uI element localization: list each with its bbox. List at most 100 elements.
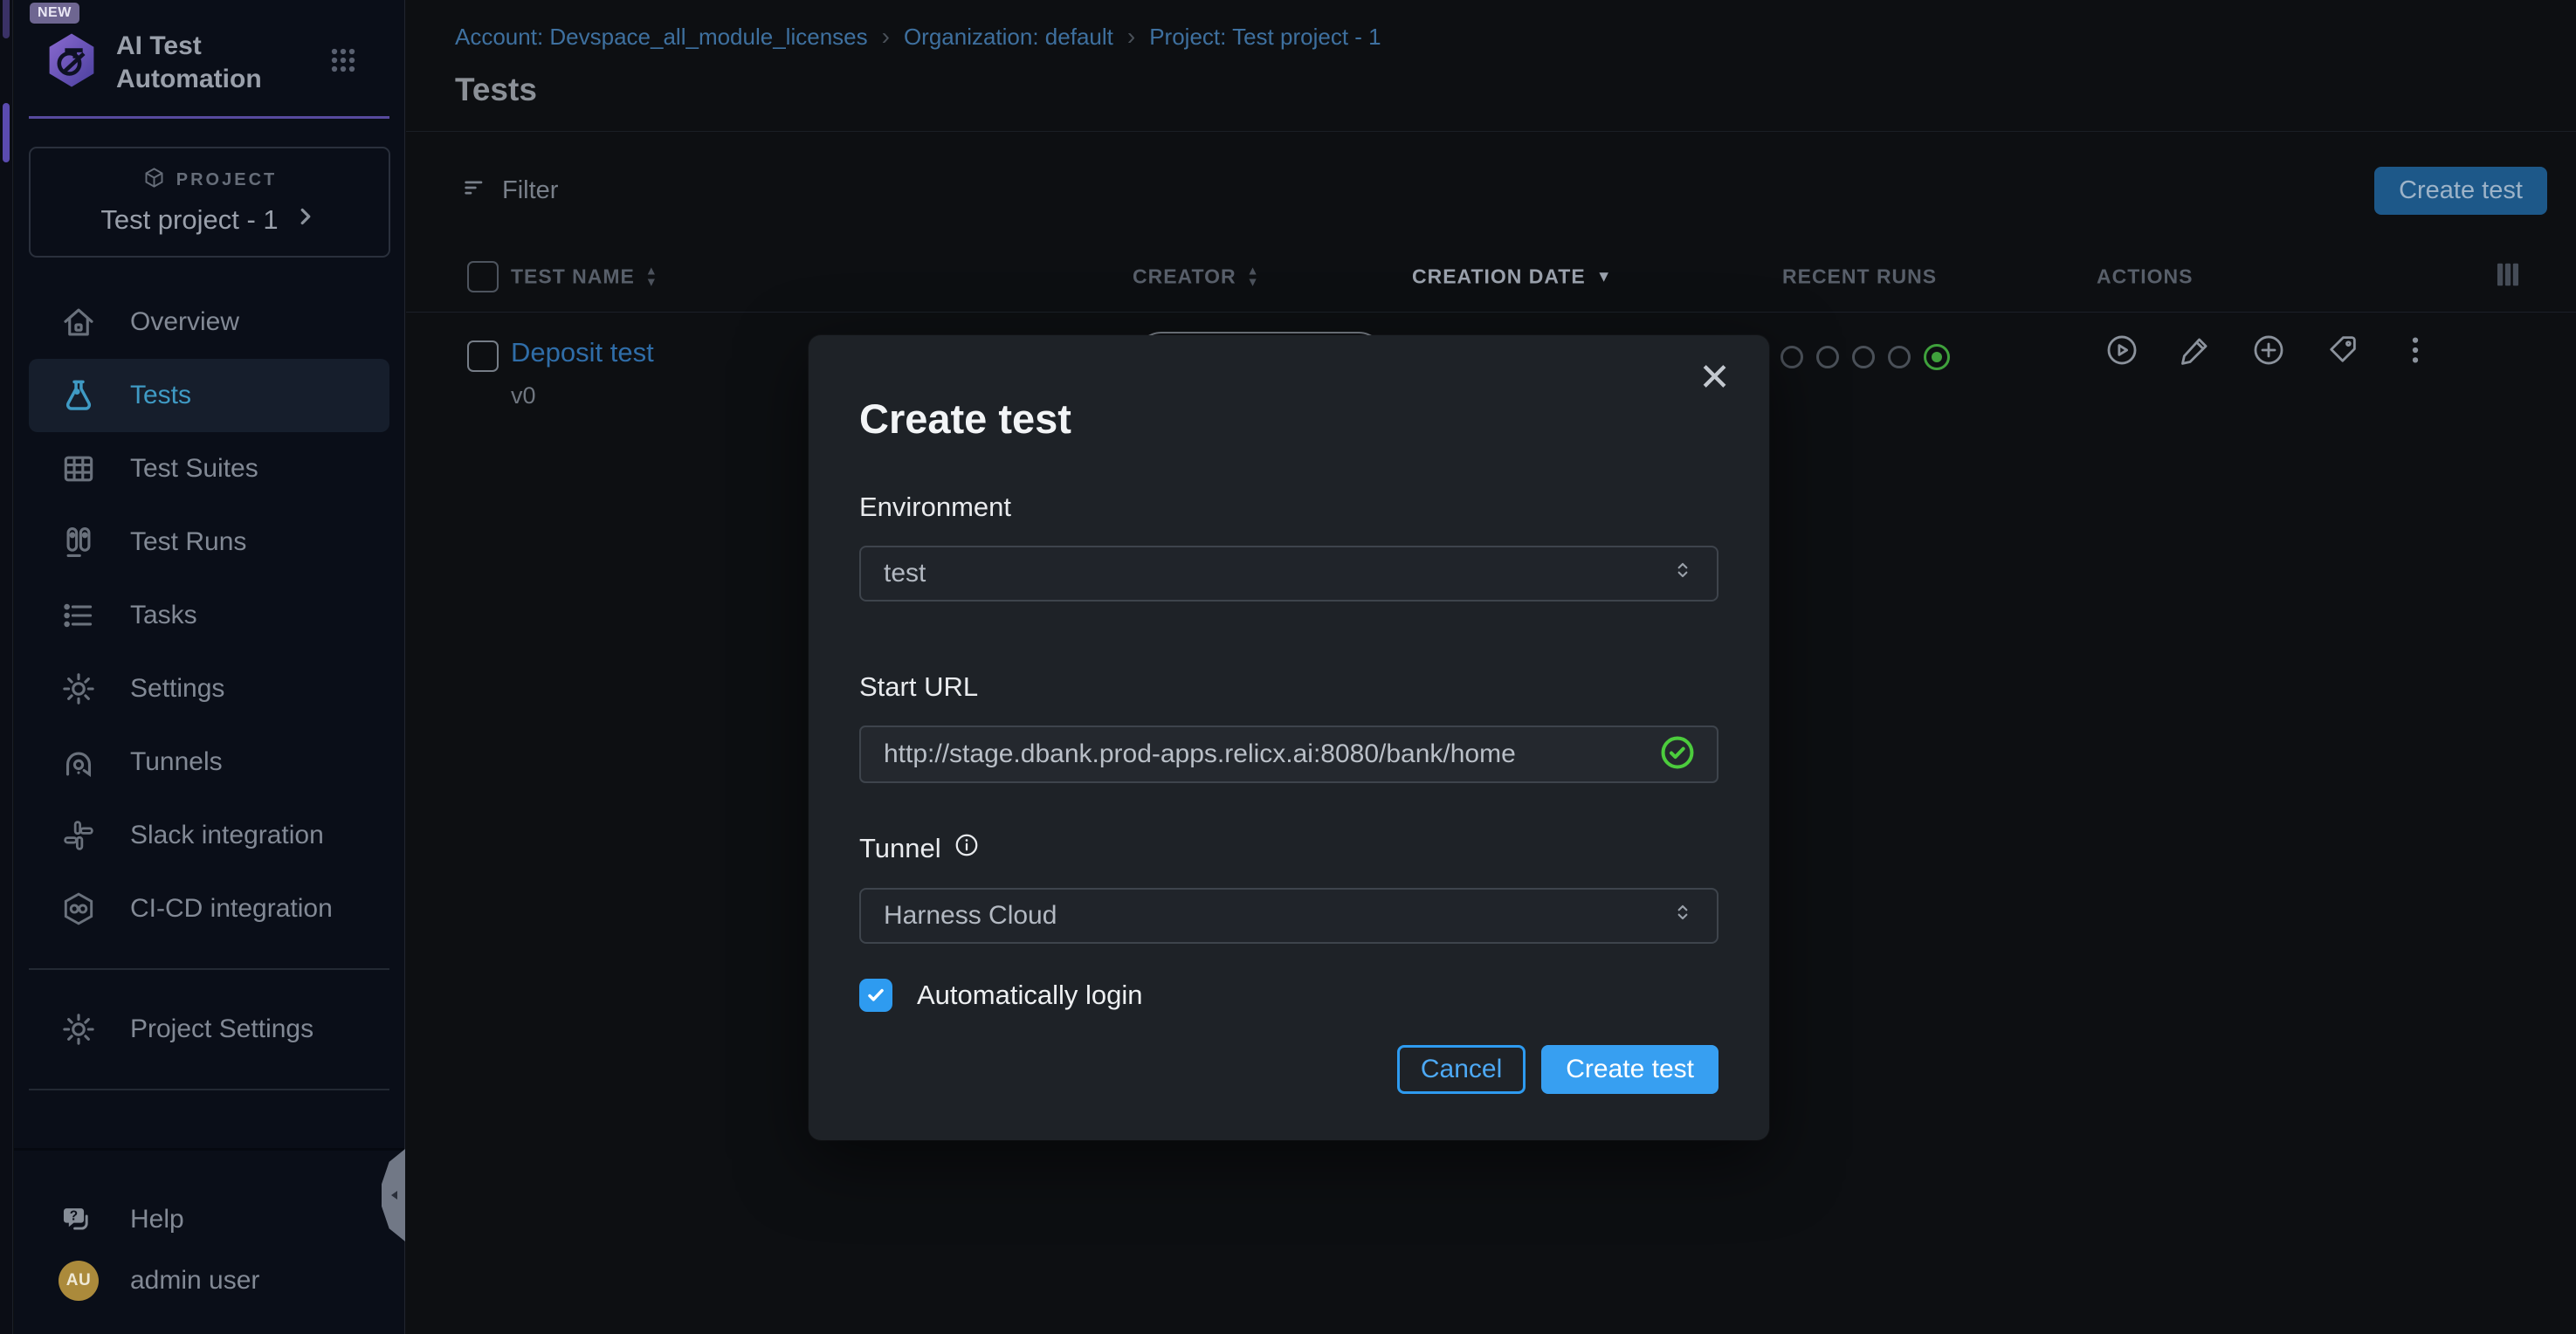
page-header: Account: Devspace_all_module_licenses › … [406, 0, 2576, 132]
sidebar-item-project-settings[interactable]: Project Settings [29, 993, 389, 1066]
app-logo-icon [45, 31, 99, 93]
rail-scroll-indicator [3, 103, 10, 162]
auto-login-label: Automatically login [917, 980, 1142, 1011]
start-url-field [859, 725, 1718, 783]
filter-icon [460, 174, 488, 209]
run-status-empty-icon [1816, 346, 1839, 368]
chevron-updown-icon [1671, 557, 1694, 590]
sidebar-item-label: Tasks [130, 601, 197, 630]
auto-login-checkbox[interactable] [859, 979, 892, 1012]
module-rail [0, 0, 13, 1334]
auto-login-row: Automatically login [859, 979, 1718, 1012]
run-status-empty-icon [1888, 346, 1911, 368]
sidebar-item-label: Settings [130, 674, 224, 704]
grid-table-icon [59, 449, 99, 489]
sidebar-item-label: CI-CD integration [130, 894, 333, 924]
page: NEW AI Test Automation [0, 0, 2576, 1334]
info-icon[interactable] [954, 832, 980, 865]
sidebar-item-test-runs[interactable]: Test Runs [29, 505, 389, 579]
test-version: v0 [511, 382, 654, 409]
run-test-icon[interactable] [2104, 332, 2140, 368]
cancel-button[interactable]: Cancel [1397, 1045, 1526, 1094]
environment-select[interactable]: test [859, 546, 1718, 602]
sidebar-item-label: Test Suites [130, 454, 258, 484]
rail-top-indicator [3, 0, 10, 38]
sidebar-divider [29, 1089, 389, 1090]
column-header-creator[interactable]: CREATOR ▲▼ [1133, 265, 1259, 288]
brand-header: AI Test Automation [29, 0, 389, 119]
home-icon [59, 302, 99, 342]
new-badge: NEW [30, 3, 79, 24]
chevron-updown-icon [1671, 899, 1694, 932]
breadcrumb-separator: › [1127, 23, 1135, 51]
recent-runs-cell [1780, 344, 1950, 370]
create-test-modal: ✕ Create test Environment test Start URL… [809, 335, 1769, 1140]
tunnel-value: Harness Cloud [884, 901, 1057, 931]
modal-title: Create test [859, 335, 1718, 443]
sort-arrows-icon[interactable]: ▲▼ [645, 265, 658, 288]
sidebar-item-help[interactable]: ? Help [29, 1189, 389, 1250]
sidebar-item-test-suites[interactable]: Test Suites [29, 432, 389, 505]
user-menu[interactable]: AU admin user [29, 1250, 389, 1311]
environment-value: test [884, 559, 926, 588]
sidebar-item-overview[interactable]: Overview [29, 285, 389, 359]
chevron-right-icon [293, 203, 319, 237]
breadcrumb: Account: Devspace_all_module_licenses › … [455, 23, 2527, 51]
start-url-label: Start URL [859, 671, 1718, 703]
breadcrumb-organization[interactable]: Organization: default [904, 24, 1113, 51]
breadcrumb-separator: › [882, 23, 890, 51]
edit-pencil-icon[interactable] [2177, 332, 2214, 368]
user-avatar: AU [59, 1261, 99, 1301]
sidebar-item-label: Project Settings [130, 1014, 313, 1044]
sidebar-item-settings[interactable]: Settings [29, 652, 389, 725]
column-header-actions: ACTIONS [2097, 265, 2194, 288]
column-header-creation-date[interactable]: CREATION DATE ▼ [1412, 265, 1613, 288]
run-status-passed-icon[interactable] [1924, 344, 1950, 370]
sort-desc-icon: ▼ [1596, 267, 1613, 285]
tag-icon[interactable] [2324, 332, 2360, 368]
more-menu-icon[interactable] [2397, 332, 2434, 368]
run-status-empty-icon [1852, 346, 1875, 368]
valid-check-icon [1659, 734, 1696, 775]
sidebar-item-slack-integration[interactable]: Slack integration [29, 799, 389, 872]
sidebar-item-label: Tunnels [130, 747, 223, 777]
project-selector[interactable]: PROJECT Test project - 1 [29, 147, 390, 258]
sort-arrows-icon[interactable]: ▲▼ [1247, 265, 1260, 288]
gear-icon [59, 669, 99, 709]
help-label: Help [130, 1205, 184, 1234]
project-label: PROJECT [176, 170, 277, 190]
modal-create-test-button[interactable]: Create test [1541, 1045, 1718, 1094]
column-header-test-name[interactable]: TEST NAME ▲▼ [511, 265, 658, 288]
page-title: Tests [455, 72, 2527, 108]
tunnel-select[interactable]: Harness Cloud [859, 888, 1718, 944]
sidebar-item-tests[interactable]: Tests [29, 359, 389, 432]
close-icon[interactable]: ✕ [1693, 358, 1736, 398]
sidebar-item-label: Overview [130, 307, 239, 337]
test-name-link[interactable]: Deposit test [511, 337, 654, 368]
sidebar-item-tasks[interactable]: Tasks [29, 579, 389, 652]
sidebar-item-tunnels[interactable]: Tunnels [29, 725, 389, 799]
create-test-button[interactable]: Create test [2374, 167, 2547, 215]
breadcrumb-project[interactable]: Project: Test project - 1 [1149, 24, 1381, 51]
cicd-hexagon-icon [59, 889, 99, 929]
tunnel-label: Tunnel [859, 832, 1718, 865]
breadcrumb-account[interactable]: Account: Devspace_all_module_licenses [455, 24, 868, 51]
select-all-checkbox[interactable] [467, 261, 499, 292]
row-checkbox[interactable] [467, 340, 499, 372]
start-url-input[interactable] [882, 739, 1642, 770]
column-settings-icon[interactable] [2493, 259, 2523, 293]
test-runs-icon [59, 522, 99, 562]
app-title: AI Test Automation [116, 30, 308, 95]
gear-icon [59, 1009, 99, 1049]
task-list-icon [59, 595, 99, 636]
add-plus-icon[interactable] [2250, 332, 2287, 368]
apps-grid-icon[interactable] [326, 43, 361, 82]
tunnel-icon [59, 742, 99, 782]
sidebar-item-label: Tests [130, 381, 191, 410]
toolbar: Filter Create test [406, 132, 2576, 241]
svg-text:?: ? [70, 1209, 78, 1224]
sidebar-item-cicd-integration[interactable]: CI-CD integration [29, 872, 389, 945]
environment-label: Environment [859, 492, 1718, 523]
slack-icon [59, 815, 99, 856]
filter-button[interactable]: Filter [455, 173, 563, 210]
